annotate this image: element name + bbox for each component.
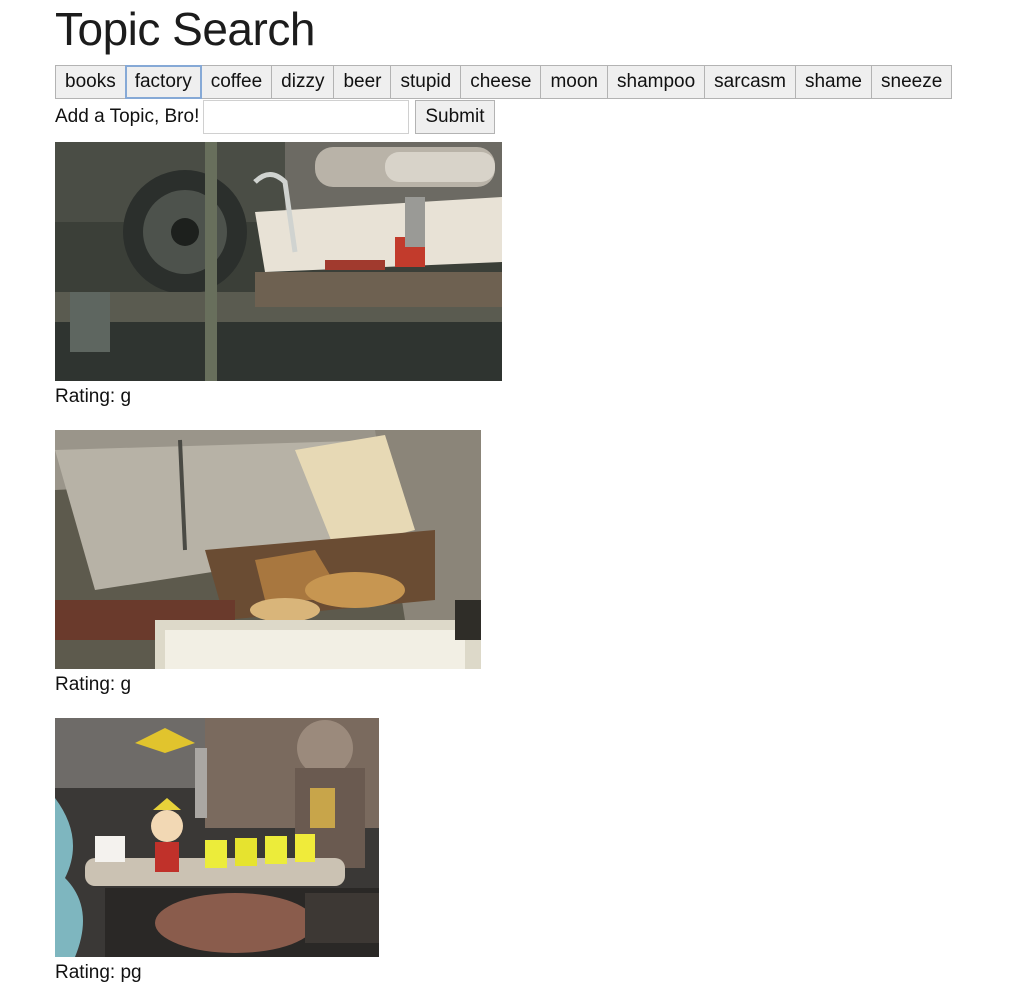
submit-button[interactable]: Submit: [415, 100, 495, 134]
gif-image-cartoon-factory[interactable]: [55, 718, 379, 957]
topic-button-coffee[interactable]: coffee: [200, 65, 273, 99]
topic-button-moon[interactable]: moon: [540, 65, 608, 99]
gif-image-factory-machinery[interactable]: [55, 142, 502, 381]
gif-result: Rating: g: [55, 142, 502, 409]
topic-button-beer[interactable]: beer: [333, 65, 392, 99]
topic-button-factory[interactable]: factory: [124, 65, 202, 99]
topic-button-books[interactable]: books: [55, 65, 126, 99]
add-topic-label: Add a Topic, Bro!: [55, 106, 200, 127]
topic-button-shame[interactable]: shame: [794, 65, 872, 99]
topic-button-dizzy[interactable]: dizzy: [271, 65, 335, 99]
topic-button-bar: books factory coffee dizzy beer stupid c…: [55, 65, 953, 99]
topic-button-shampoo[interactable]: shampoo: [607, 65, 706, 99]
gif-rating: Rating: g: [55, 674, 132, 695]
topic-button-stupid[interactable]: stupid: [390, 65, 462, 99]
page-title: Topic Search: [55, 3, 315, 55]
gif-rating: Rating: pg: [55, 962, 142, 983]
topic-button-cheese[interactable]: cheese: [460, 65, 542, 99]
gif-result: Rating: pg: [55, 718, 379, 985]
add-topic-form: Add a Topic, Bro! Submit: [55, 100, 495, 134]
topic-button-sneeze[interactable]: sneeze: [871, 65, 953, 99]
topic-button-sarcasm[interactable]: sarcasm: [704, 65, 796, 99]
gif-image-potato-chips[interactable]: [55, 430, 481, 669]
gif-result: Rating: g: [55, 430, 481, 697]
add-topic-input[interactable]: [203, 100, 410, 134]
gif-rating: Rating: g: [55, 386, 132, 407]
